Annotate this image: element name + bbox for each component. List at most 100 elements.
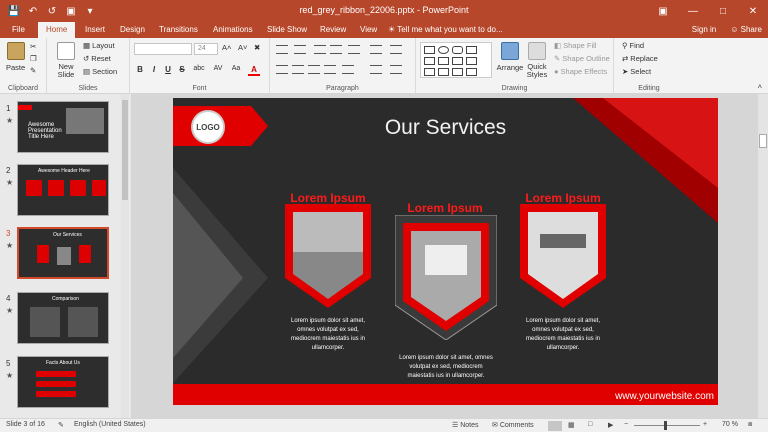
shape-outline-button[interactable]: ✎Shape Outline — [554, 54, 610, 63]
replace-button[interactable]: ⇄Replace — [622, 54, 658, 63]
service-1-image[interactable] — [285, 204, 371, 308]
rounded-rect-shape-icon[interactable] — [452, 46, 463, 54]
maximize-icon[interactable]: □ — [708, 0, 738, 22]
sign-in-link[interactable]: Sign in — [692, 22, 716, 38]
canvas-scrollbar[interactable] — [758, 94, 768, 418]
thumbnails-scrollbar[interactable] — [121, 94, 129, 418]
service-3-title[interactable]: Lorem Ipsum — [518, 191, 608, 205]
restore-icon[interactable]: ▣ — [648, 0, 678, 22]
bold-button[interactable]: B — [134, 65, 146, 74]
slide-title[interactable]: Our Services — [173, 116, 718, 140]
format-painter-icon[interactable]: ✎ — [30, 66, 36, 75]
italic-button[interactable]: I — [148, 65, 160, 74]
reading-view-icon[interactable]: □ — [588, 421, 592, 428]
zoom-in-icon[interactable]: + — [703, 421, 707, 428]
tab-review[interactable]: Review — [312, 22, 354, 38]
heart-shape-icon[interactable] — [452, 68, 463, 76]
zoom-level[interactable]: 70 % — [722, 421, 738, 428]
section-button[interactable]: ▤Section — [83, 67, 117, 76]
new-slide-button[interactable]: New Slide — [53, 42, 79, 79]
slide-show-icon[interactable]: ▶ — [608, 421, 613, 429]
increase-indent-icon[interactable] — [330, 45, 342, 54]
triangle-shape-icon[interactable] — [466, 46, 477, 54]
smartart-icon[interactable] — [390, 65, 402, 74]
service-1-text[interactable]: Lorem ipsum dolor sit amet, omnes volutp… — [287, 317, 369, 353]
spellcheck-icon[interactable]: ✎ — [58, 421, 64, 429]
quick-styles-button[interactable]: Quick Styles — [524, 42, 550, 79]
line-spacing-icon[interactable] — [348, 45, 360, 54]
select-button[interactable]: ➤Select — [622, 67, 651, 76]
service-2-text[interactable]: Lorem ipsum dolor sit amet, omnes volutp… — [397, 354, 495, 381]
thumbnail-slide-1[interactable]: Awesome Presentation Title Here — [17, 101, 109, 153]
close-icon[interactable]: ✕ — [738, 0, 768, 22]
star-shape-icon[interactable] — [452, 57, 463, 65]
distributed-icon[interactable] — [342, 65, 354, 74]
normal-view-icon[interactable] — [548, 421, 562, 431]
thumbnails-scroll-thumb[interactable] — [122, 100, 128, 200]
text-direction-icon[interactable] — [370, 45, 382, 54]
tab-slide-show[interactable]: Slide Show — [259, 22, 315, 38]
slide-sorter-icon[interactable]: ▦ — [568, 421, 575, 429]
service-3-image[interactable] — [520, 204, 606, 308]
share-button[interactable]: ☺ Share — [730, 22, 762, 38]
zoom-slider[interactable] — [634, 425, 700, 426]
zoom-slider-thumb[interactable] — [664, 421, 667, 430]
underline-button[interactable]: U — [162, 65, 174, 74]
oval-shape-icon[interactable] — [438, 46, 449, 54]
paste-button[interactable]: Paste — [6, 42, 25, 72]
font-size-input[interactable]: 24 — [194, 43, 218, 55]
service-2-image[interactable] — [395, 215, 497, 340]
service-2-title[interactable]: Lorem Ipsum — [395, 201, 495, 215]
layout-button[interactable]: ▦Layout — [83, 41, 115, 50]
minimize-icon[interactable]: — — [678, 0, 708, 22]
more-shapes-icon[interactable] — [466, 68, 477, 76]
tab-file[interactable]: File — [4, 22, 33, 38]
brace-shape-icon[interactable] — [466, 57, 477, 65]
justify-icon[interactable] — [324, 65, 336, 74]
shape-effects-button[interactable]: ●Shape Effects — [554, 67, 607, 76]
strikethrough-button[interactable]: S — [176, 65, 188, 74]
tab-design[interactable]: Design — [112, 22, 153, 38]
cut-icon[interactable]: ✂ — [30, 42, 36, 51]
tab-home[interactable]: Home — [38, 22, 75, 38]
service-3-text[interactable]: Lorem ipsum dolor sit amet, omnes volutp… — [522, 317, 604, 353]
shadow-button[interactable]: abc — [190, 65, 208, 72]
thumbnail-slide-4[interactable]: Comparison — [17, 292, 109, 344]
find-button[interactable]: ⚲Find — [622, 41, 644, 50]
arrow-shape-icon[interactable] — [438, 57, 449, 65]
align-center-icon[interactable] — [292, 65, 304, 74]
collapse-ribbon-icon[interactable]: ˄ — [758, 82, 762, 91]
thumbnail-slide-3[interactable]: Our Services — [17, 227, 109, 279]
line-shape-icon[interactable] — [424, 57, 435, 65]
tab-transitions[interactable]: Transitions — [151, 22, 206, 38]
tab-view[interactable]: View — [352, 22, 385, 38]
zoom-out-icon[interactable]: − — [624, 421, 628, 428]
font-color-button[interactable]: A — [248, 65, 260, 76]
bullets-icon[interactable] — [276, 45, 288, 54]
arrange-button[interactable]: Arrange — [496, 42, 524, 72]
decrease-indent-icon[interactable] — [314, 45, 326, 54]
comments-button[interactable]: ✉ Comments — [492, 421, 534, 429]
change-case-button[interactable]: Aa — [228, 65, 244, 72]
tab-insert[interactable]: Insert — [77, 22, 113, 38]
shape-fill-button[interactable]: ◧Shape Fill — [554, 41, 596, 50]
rectangle-shape-icon[interactable] — [424, 46, 435, 54]
slide-counter[interactable]: Slide 3 of 16 — [6, 421, 45, 428]
language-indicator[interactable]: English (United States) — [74, 421, 146, 428]
thumbnail-slide-2[interactable]: Awesome Header Here — [17, 164, 109, 216]
curve-shape-icon[interactable] — [424, 68, 435, 76]
tab-animations[interactable]: Animations — [205, 22, 261, 38]
current-slide[interactable]: LOGO Our Services Lorem Ipsum Lorem ipsu… — [173, 98, 718, 405]
columns-icon[interactable] — [390, 45, 402, 54]
numbering-icon[interactable] — [294, 45, 306, 54]
fit-slide-icon[interactable]: ⧈ — [748, 421, 752, 429]
website-url[interactable]: www.yourwebsite.com — [615, 391, 714, 402]
tell-me-search[interactable]: ☀ Tell me what you want to do... — [388, 22, 503, 38]
align-text-icon[interactable] — [370, 65, 382, 74]
shapes-gallery[interactable] — [420, 42, 492, 78]
increase-font-icon[interactable]: A˄ — [222, 43, 231, 52]
font-name-input[interactable] — [134, 43, 192, 55]
cloud-shape-icon[interactable] — [438, 68, 449, 76]
clear-format-icon[interactable]: ✖ — [254, 43, 260, 52]
align-left-icon[interactable] — [276, 65, 288, 74]
